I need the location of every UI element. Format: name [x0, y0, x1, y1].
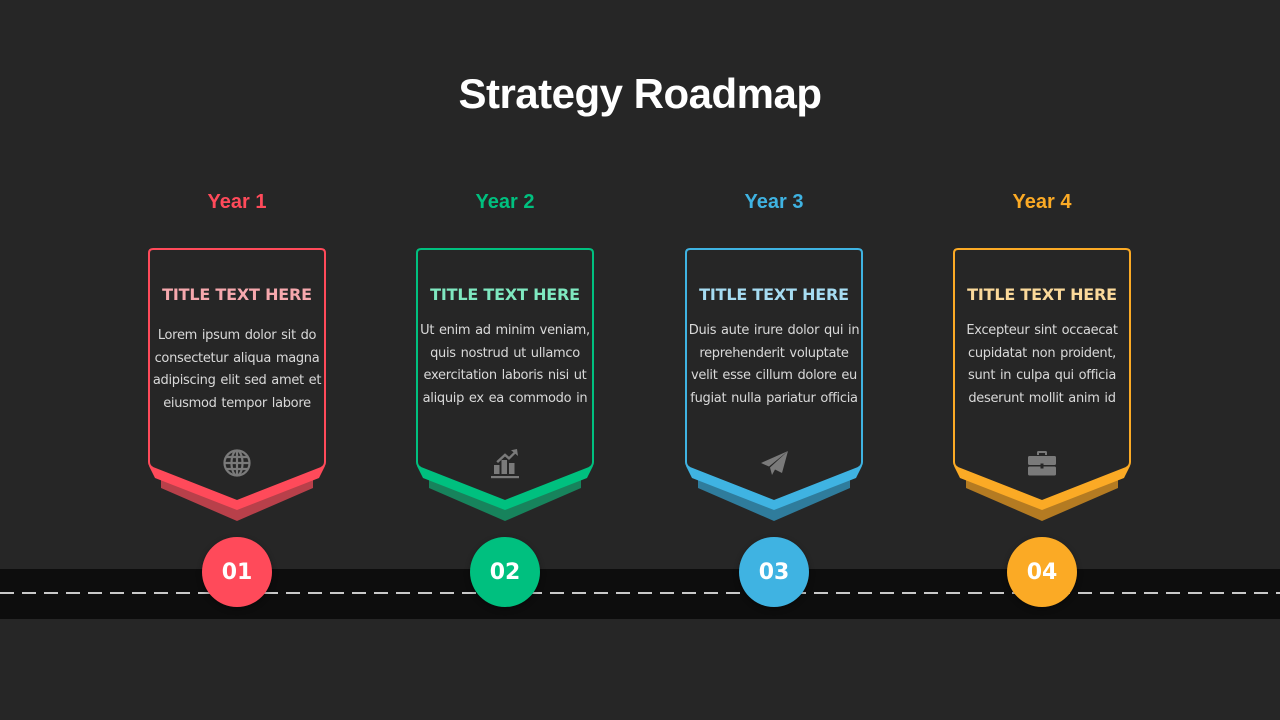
card-body: Lorem ipsum dolor sit do consectetur ali…	[152, 328, 322, 411]
card-title: TITLE TEXT HERE	[430, 285, 580, 304]
chart-growth-icon	[491, 449, 519, 479]
stage-year: Year 1	[207, 191, 267, 213]
card-body: Ut enim ad minim veniam, quis nostrud ut…	[420, 323, 590, 406]
page-title: Strategy Roadmap	[458, 70, 822, 117]
roadmap-road	[0, 569, 1280, 619]
card-title: TITLE TEXT HERE	[967, 285, 1117, 304]
step-badge: 03	[739, 537, 809, 607]
paper-plane-icon	[761, 451, 788, 475]
step-badge: 01	[202, 537, 272, 607]
card-title: TITLE TEXT HERE	[162, 285, 312, 304]
globe-icon	[223, 449, 251, 477]
stage-year: Year 4	[1012, 191, 1072, 213]
card-body: Duis aute irure dolor qui in reprehender…	[688, 323, 860, 406]
step-badge: 02	[470, 537, 540, 607]
card-body: Excepteur sint occaecat cupidatat non pr…	[966, 323, 1118, 406]
stage-year: Year 3	[744, 191, 804, 213]
stage-year: Year 2	[475, 191, 535, 213]
briefcase-icon	[1028, 451, 1056, 476]
road-center-line	[0, 592, 1280, 594]
card-title: TITLE TEXT HERE	[699, 285, 849, 304]
step-badge: 04	[1007, 537, 1077, 607]
